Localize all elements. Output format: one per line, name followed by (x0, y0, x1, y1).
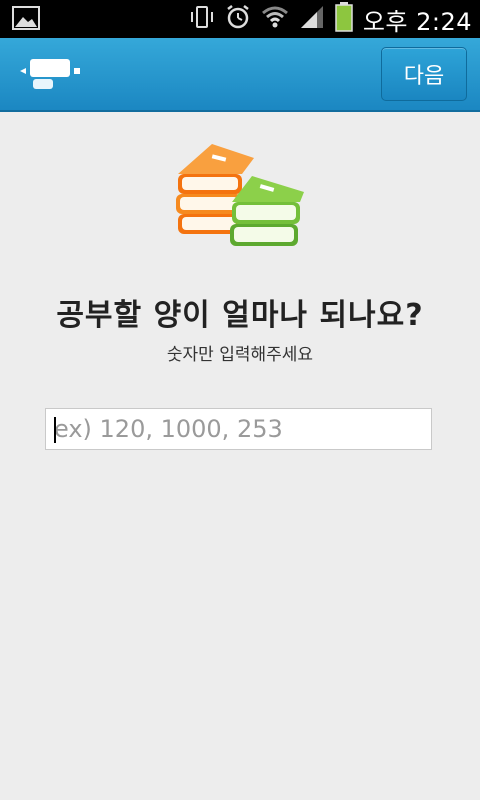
status-bar: 오후 2:24 (0, 0, 480, 38)
books-icon (172, 140, 308, 262)
gallery-icon (12, 6, 40, 34)
input-hint: 숫자만 입력해주세요 (166, 345, 314, 365)
signal-icon (299, 4, 325, 34)
wifi-icon (261, 4, 289, 34)
alarm-icon (225, 4, 251, 34)
text-cursor (54, 417, 56, 443)
status-time: 오후 2:24 (362, 7, 472, 36)
amount-input[interactable] (45, 408, 432, 450)
battery-icon (335, 2, 353, 36)
app-logo-icon[interactable] (18, 56, 82, 96)
vibrate-icon (189, 4, 215, 34)
main-content: 공부할 양이 얼마나 되나요? 숫자만 입력해주세요 (0, 112, 480, 800)
action-bar: 다음 (0, 38, 480, 112)
next-button[interactable]: 다음 (381, 47, 467, 101)
question-heading: 공부할 양이 얼마나 되나요? (56, 298, 424, 333)
